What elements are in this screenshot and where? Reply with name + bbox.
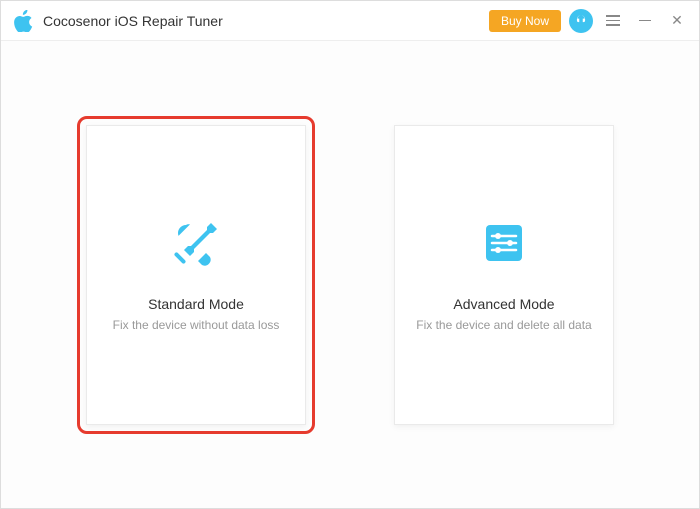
menu-icon[interactable] [601, 9, 625, 33]
advanced-mode-wrap: Advanced Mode Fix the device and delete … [385, 116, 623, 434]
standard-mode-title: Standard Mode [148, 296, 244, 312]
standard-mode-card[interactable]: Standard Mode Fix the device without dat… [86, 125, 306, 425]
tools-icon [171, 218, 221, 268]
app-logo-icon [13, 10, 35, 32]
advanced-mode-subtitle: Fix the device and delete all data [416, 318, 591, 332]
advanced-mode-title: Advanced Mode [453, 296, 554, 312]
minimize-button[interactable] [633, 9, 657, 33]
standard-mode-highlight: Standard Mode Fix the device without dat… [77, 116, 315, 434]
title-bar: Cocosenor iOS Repair Tuner Buy Now ✕ [1, 1, 699, 41]
close-button[interactable]: ✕ [665, 9, 689, 33]
main-content: Standard Mode Fix the device without dat… [1, 41, 699, 508]
support-icon[interactable] [569, 9, 593, 33]
sliders-icon [479, 218, 529, 268]
advanced-mode-card[interactable]: Advanced Mode Fix the device and delete … [394, 125, 614, 425]
standard-mode-subtitle: Fix the device without data loss [113, 318, 280, 332]
app-title: Cocosenor iOS Repair Tuner [43, 13, 223, 29]
buy-now-button[interactable]: Buy Now [489, 10, 561, 32]
